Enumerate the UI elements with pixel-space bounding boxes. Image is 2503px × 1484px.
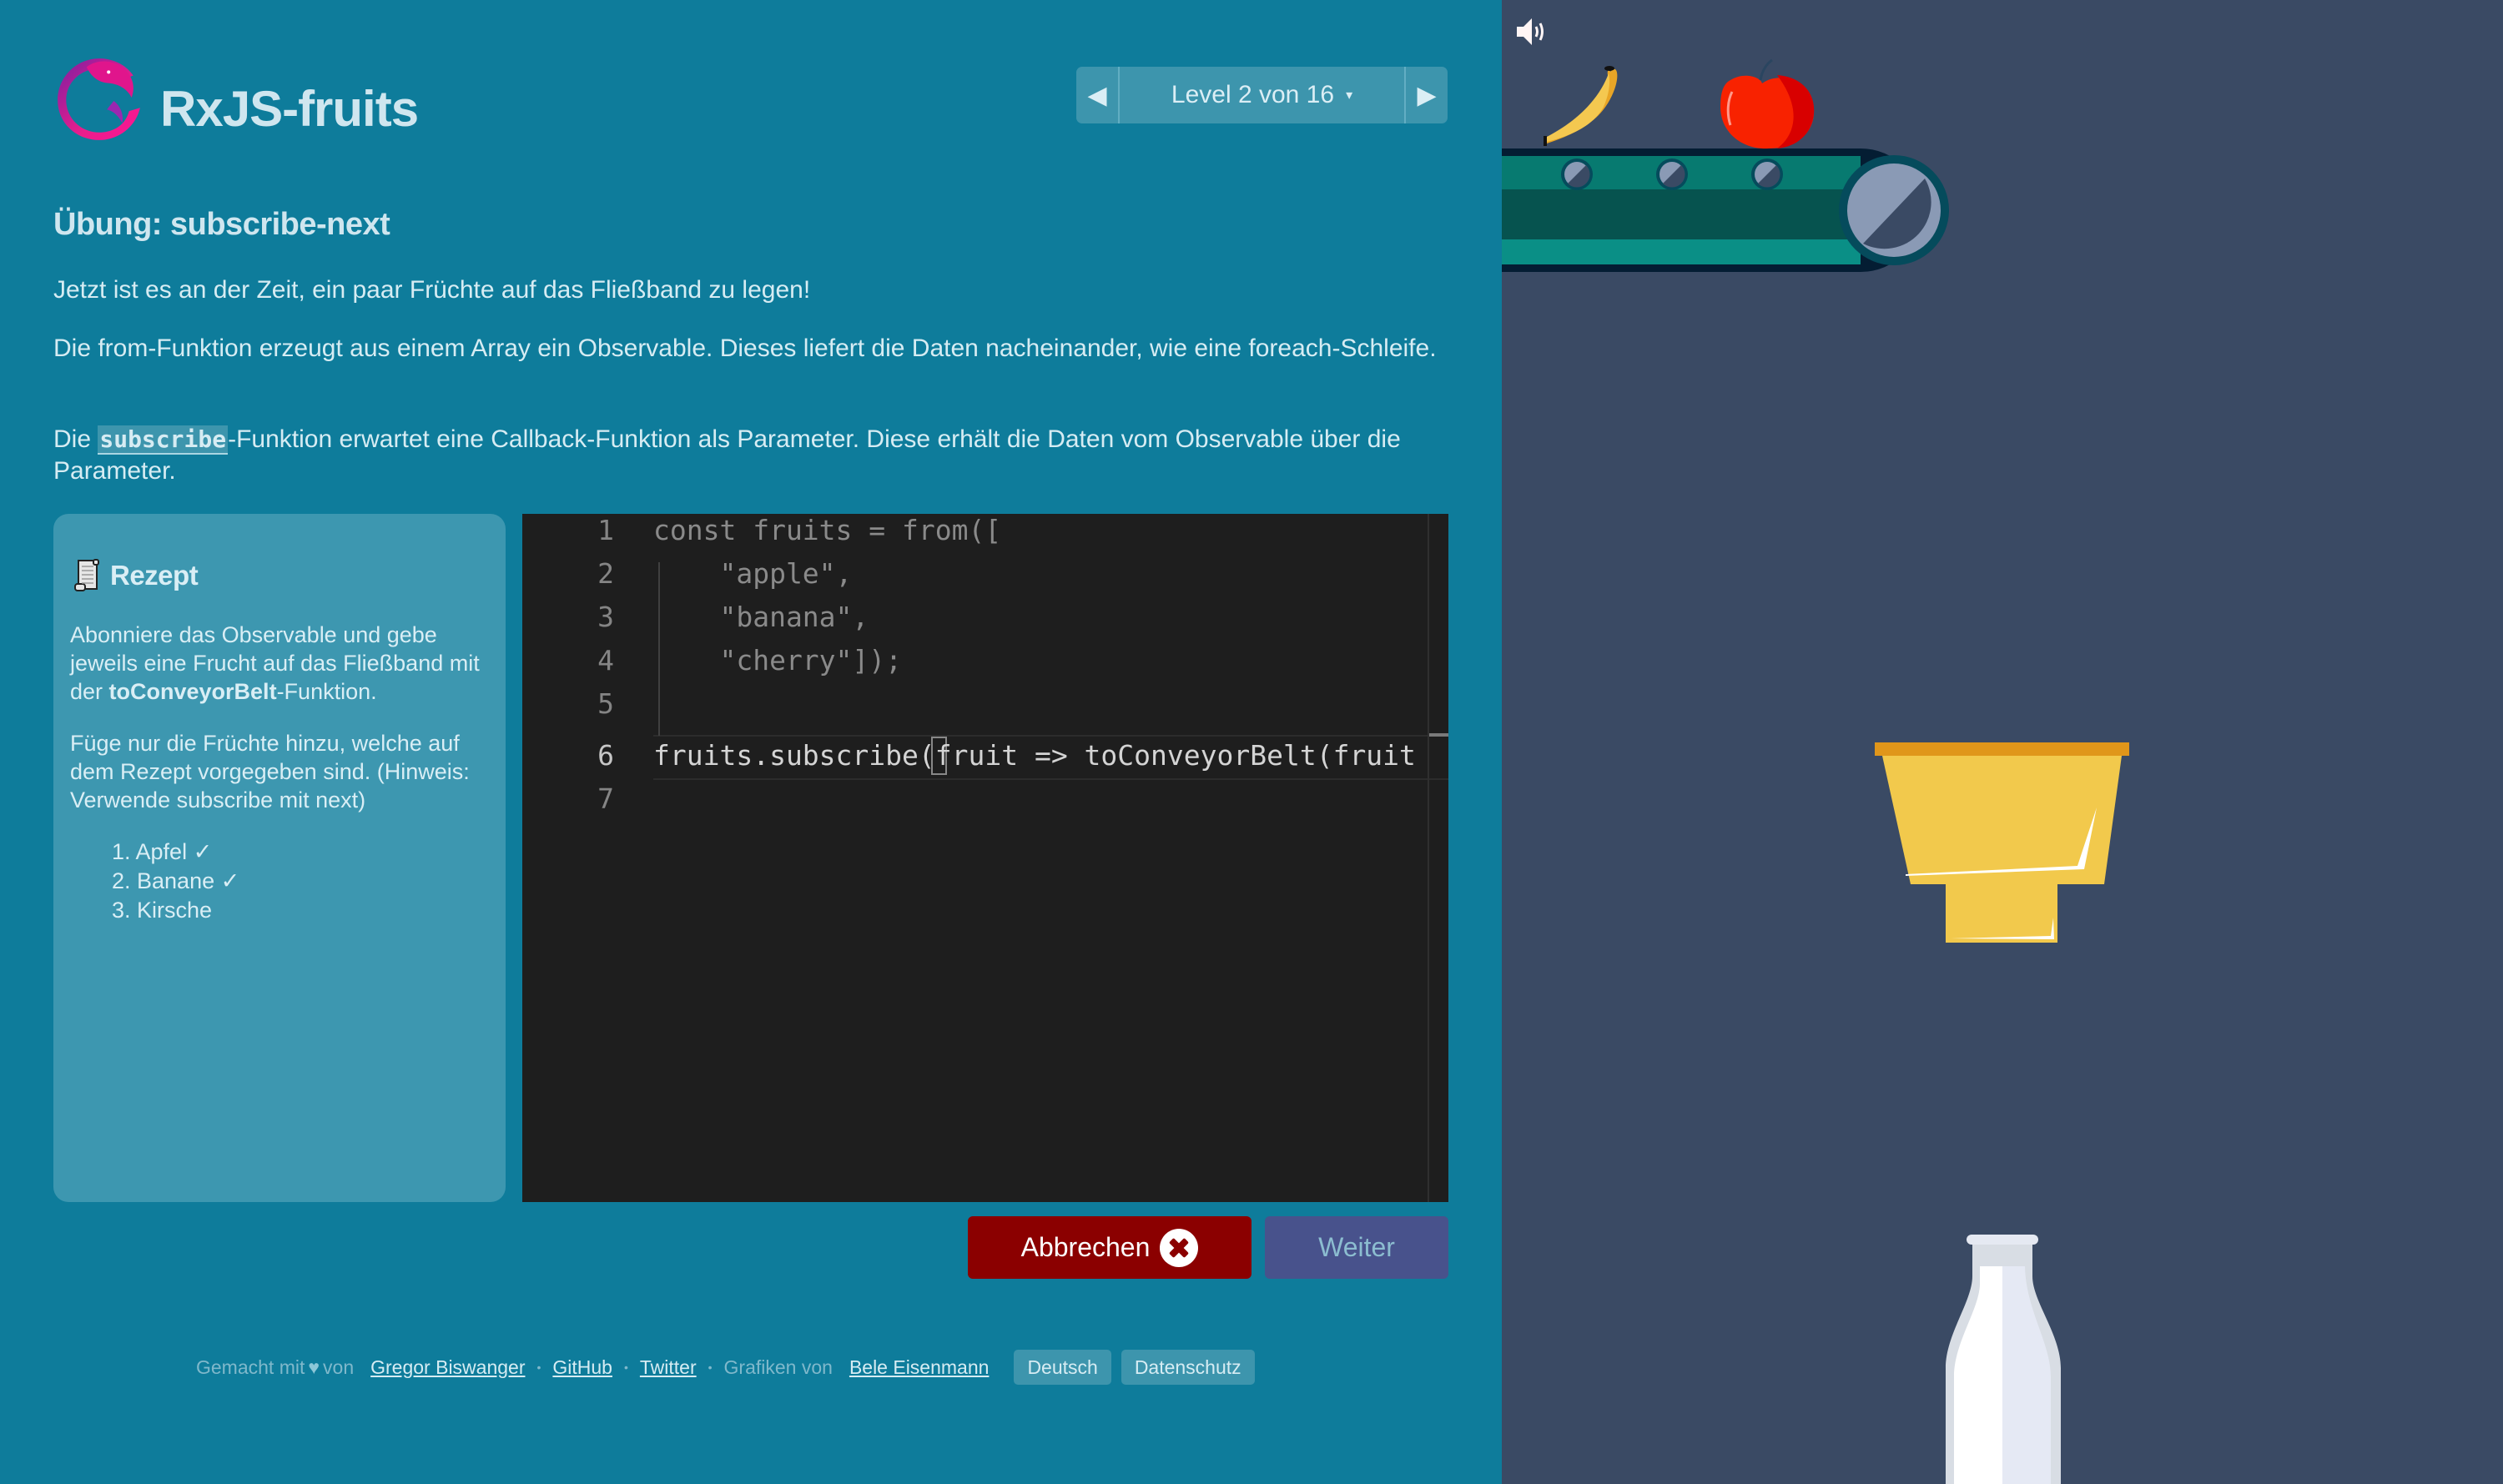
triangle-right-icon: ▶ (1417, 81, 1437, 109)
cancel-button[interactable]: Abbrechen (968, 1216, 1252, 1279)
line-number: 4 (597, 644, 614, 677)
caret-down-icon: ▾ (1346, 88, 1353, 103)
rxjs-logo-icon (58, 58, 140, 140)
editor-vertical-ruler[interactable] (1428, 514, 1429, 1202)
recipe-item: 2. Banane ✓ (112, 867, 239, 896)
triangle-left-icon: ◀ (1087, 81, 1107, 109)
code-line-active[interactable]: fruits.subscribe(fruit => toConveyorBelt… (653, 734, 1416, 777)
artist-link[interactable]: Bele Eisenmann (849, 1356, 990, 1379)
line-number: 2 (597, 557, 614, 590)
next-label: Weiter (1318, 1232, 1395, 1262)
text: -Funktion erwartet eine Callback-Funktio… (53, 425, 1401, 485)
line-number: 7 (597, 782, 614, 815)
function-name: toConveyorBelt (108, 679, 277, 704)
recipe-header: Rezept (73, 559, 199, 592)
language-button[interactable]: Deutsch (1014, 1350, 1111, 1385)
code-line[interactable]: "cherry"]); (653, 639, 902, 682)
game-scene (1502, 58, 2129, 1484)
text: -Funktion. (276, 679, 377, 704)
banana-fruit (1544, 66, 1618, 146)
roller (1751, 158, 1783, 190)
code-line[interactable]: "apple", (653, 552, 852, 596)
code-editor[interactable]: 1 2 3 4 5 6 7 const fruits = from([ "app… (522, 514, 1448, 1202)
recipe-item-label: 3. Kirsche (112, 898, 213, 923)
code-line[interactable]: "banana", (653, 596, 869, 639)
heart-icon: ♥ (308, 1356, 320, 1378)
line-number: 3 (597, 601, 614, 633)
intro-paragraph: Jetzt ist es an der Zeit, ein paar Früch… (53, 276, 811, 304)
cancel-label: Abbrechen (1020, 1232, 1151, 1262)
exercise-panel: RxJS-fruits ◀ Level 2 von 16 ▾ ▶ Übung: … (0, 0, 1502, 1484)
privacy-button[interactable]: Datenschutz (1121, 1350, 1255, 1385)
separator: • (708, 1361, 713, 1374)
close-circle-icon (1160, 1228, 1199, 1267)
recipe-item-label: 1. Apfel (112, 839, 188, 864)
previous-level-button[interactable]: ◀ (1076, 67, 1120, 123)
recipe-card: Rezept Abonniere das Observable und gebe… (53, 514, 506, 1202)
checkmark-icon: ✓ (193, 839, 213, 864)
level-selector: ◀ Level 2 von 16 ▾ ▶ (1076, 67, 1448, 123)
by-text: von (323, 1356, 355, 1378)
graphics-by-text: Grafiken von (723, 1356, 833, 1378)
recipe-item-label: 2. Banane (112, 868, 215, 893)
roller (1656, 158, 1688, 190)
level-label: Level 2 von 16 (1171, 81, 1335, 108)
made-with-text: Gemacht mit (196, 1356, 305, 1378)
separator: • (623, 1361, 628, 1374)
next-level-button[interactable]: ▶ (1404, 67, 1448, 123)
apple-fruit (1720, 58, 1815, 149)
level-dropdown[interactable]: Level 2 von 16 ▾ (1120, 67, 1404, 123)
next-button[interactable]: Weiter (1265, 1216, 1448, 1279)
separator: • (536, 1361, 541, 1374)
recipe-title: Rezept (110, 560, 199, 591)
funnel (1875, 742, 2129, 943)
text: Die (53, 425, 98, 453)
line-number: 6 (597, 739, 614, 772)
recipe-list: 1. Apfel ✓ 2. Banane ✓ 3. Kirsche (112, 838, 239, 925)
subscribe-description: Die subscribe-Funktion erwartet eine Cal… (53, 424, 1455, 487)
author-link[interactable]: Gregor Biswanger (370, 1356, 525, 1379)
recipe-item: 3. Kirsche (112, 896, 239, 925)
scroll-icon (74, 559, 99, 591)
overview-ruler-marker (1429, 733, 1448, 737)
roller (1561, 158, 1593, 190)
exercise-title: Übung: subscribe-next (53, 207, 390, 242)
inline-code-subscribe: subscribe (98, 425, 229, 455)
code-line[interactable]: const fruits = from([ (653, 514, 1001, 552)
checkmark-icon: ✓ (220, 868, 240, 893)
footer: Gemacht mit ♥ von Gregor Biswanger • Git… (196, 1350, 1255, 1385)
recipe-hint: Füge nur die Früchte hinzu, welche auf d… (70, 731, 470, 812)
line-number: 5 (597, 687, 614, 720)
from-description: Die from-Funktion erzeugt aus einem Arra… (53, 335, 1437, 362)
line-number: 1 (597, 514, 614, 546)
github-link[interactable]: GitHub (552, 1356, 612, 1379)
app-title: RxJS-fruits (160, 81, 419, 137)
twitter-link[interactable]: Twitter (640, 1356, 697, 1379)
recipe-instruction: Abonniere das Observable und gebe jeweil… (70, 621, 491, 706)
game-stage (1502, 0, 2503, 1484)
recipe-item: 1. Apfel ✓ (112, 838, 239, 867)
milk-bottle (1946, 1235, 2061, 1484)
